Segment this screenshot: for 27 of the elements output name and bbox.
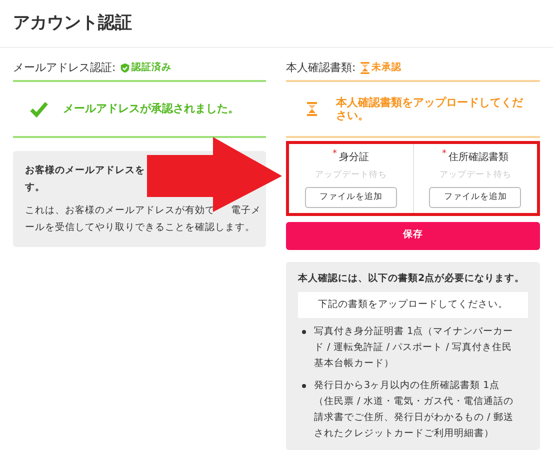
status-message: メールアドレスが承認されました。 <box>63 102 239 115</box>
status-message: 本人確認書類をアップロードしてください。 <box>336 96 524 122</box>
upload-notice: 下記の書類をアップロードしてください。 <box>298 292 528 318</box>
section-label: メールアドレス認証: <box>13 60 116 76</box>
hourglass-icon <box>307 102 317 116</box>
required-mark: * <box>442 150 446 158</box>
requirement-item: 写真付き身分証明書 1点（マイナンバーカード / 運転免許証 / パスポート / 写真付き住民基本台帳カード） <box>314 324 514 370</box>
add-file-button[interactable]: ファイルを追加 <box>304 187 397 208</box>
page-title: アカウント認証 <box>13 12 132 35</box>
info-text: 電子メ <box>231 204 261 218</box>
info-text: お客様のメールアドレスを <box>25 164 146 178</box>
required-mark: * <box>332 150 337 158</box>
info-text: ールを受信してやり取りできることを確認します。 <box>25 220 256 234</box>
document-label: 住所確認書類 <box>448 150 508 164</box>
section-label: 本人確認書類: <box>286 60 356 76</box>
save-button[interactable]: 保存 <box>286 222 540 250</box>
shield-check-icon <box>120 62 130 74</box>
add-file-button[interactable]: ファイルを追加 <box>429 187 522 208</box>
status-label: 認証済み <box>132 61 172 76</box>
hourglass-icon <box>360 62 370 74</box>
bullet-icon <box>302 384 306 388</box>
bullet-icon <box>302 330 306 334</box>
info-text: す。 <box>25 180 46 194</box>
document-label: 身分証 <box>339 150 369 164</box>
info-heading: 本人確認には、以下の書類2点が必要になります。 <box>298 272 526 286</box>
status-label: 未承認 <box>372 61 402 76</box>
requirement-item: 発行日から3ヶ月以内の住所確認書類 1点（住民票 / 水道・電気・ガス代・電信通話の請求書でご住所、発行日がわかるもの / 郵送されたクレジットカードご利用明細書） <box>314 378 514 440</box>
